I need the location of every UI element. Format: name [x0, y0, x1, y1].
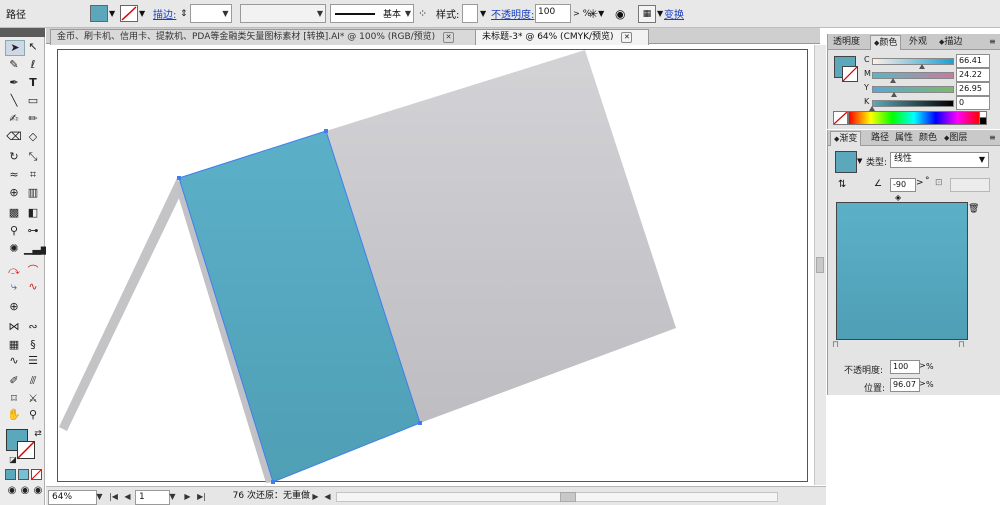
panel-menu-icon[interactable]: ≡ [986, 35, 999, 49]
chevron-right-icon[interactable]: > [916, 178, 924, 188]
tab-label: 图层 [949, 133, 968, 143]
angle-input[interactable]: -90 [890, 178, 916, 192]
tab-label: 属性 [895, 133, 914, 143]
tab-label: 外观 [909, 37, 928, 47]
vertical-scroll-thumb[interactable] [816, 257, 824, 273]
play-icon[interactable]: ▶ [310, 490, 321, 503]
tab-label: 颜色 [919, 133, 938, 143]
cyan-slider[interactable] [872, 58, 954, 65]
status-text: 76 次还原：无重做 [186, 490, 310, 503]
status-bar: 64% ▼ |◀ ◀ 1 ▼ ▶ ▶| 76 次还原：无重做 ▶ ◀ [46, 486, 826, 505]
yellow-input[interactable]: 26.95 [956, 82, 990, 96]
trash-icon[interactable]: 🗑 [968, 204, 979, 214]
prev-page-icon[interactable]: ◀ [122, 490, 133, 503]
black-slider[interactable] [872, 100, 954, 107]
stop-location-input[interactable]: 96.07 [890, 378, 920, 392]
gradient-type-value: 线性 [894, 154, 913, 164]
tab-gradient[interactable]: ◆渐变 [830, 131, 862, 146]
tab-label: 渐变 [839, 134, 858, 144]
stop-location-label: 位置: [864, 384, 886, 394]
tab-appearance[interactable]: 外观 [906, 35, 930, 49]
gradient-thumbnail[interactable] [835, 151, 857, 173]
panel-menu-icon[interactable]: ≡ [986, 131, 999, 145]
tab-color[interactable]: ◆颜色 [870, 35, 902, 50]
status-text-value: 76 次还原：无重做 [232, 491, 310, 501]
gradient-type-dropdown[interactable]: 线性 ▼ [890, 152, 989, 168]
stop-opacity-unit: % [926, 362, 934, 371]
zoom-value: 64% [52, 492, 73, 502]
black-input[interactable]: 0 [956, 96, 990, 110]
tab-transparency[interactable]: 透明度 [830, 35, 863, 49]
page-field[interactable]: 1 [135, 490, 170, 505]
color-panel-tabs: 透明度 ◆颜色 外观 ◆描边 ≡ [828, 34, 1000, 50]
page-value: 1 [139, 492, 145, 502]
color-spectrum-bar[interactable] [848, 111, 980, 125]
anchor-point[interactable] [418, 421, 422, 425]
tab-label: 透明度 [833, 37, 861, 47]
anchor-point[interactable] [271, 480, 275, 484]
yellow-slider[interactable] [872, 86, 954, 93]
anchor-point[interactable] [324, 129, 328, 133]
cyan-input[interactable]: 66.41 [956, 54, 990, 68]
chevron-down-icon: ▼ [978, 155, 985, 164]
chevron-right-icon[interactable]: > [919, 361, 926, 370]
cyan-slider-thumb[interactable] [919, 64, 925, 69]
gradient-preview[interactable] [836, 202, 968, 340]
tab-path[interactable]: 路径 [868, 131, 892, 145]
midpoint-diamond-icon[interactable]: ◈ [895, 193, 901, 202]
horizontal-scrollbar[interactable] [336, 492, 778, 502]
angle-unit: ° [925, 176, 930, 186]
tab-color-2[interactable]: 颜色 [916, 131, 940, 145]
yellow-label: Y [864, 83, 869, 92]
none-color-icon[interactable] [833, 111, 848, 125]
tab-stroke[interactable]: ◆描边 [936, 35, 965, 49]
tab-attributes[interactable]: 属性 [892, 131, 916, 145]
tab-layers[interactable]: ◆图层 [941, 131, 970, 145]
black-label: K [864, 97, 870, 106]
cyan-label: C [864, 55, 870, 64]
color-stop-left[interactable]: ⊓ [832, 340, 839, 350]
horizontal-scroll-thumb[interactable] [560, 492, 576, 502]
magenta-input[interactable]: 24.22 [956, 68, 990, 82]
yellow-slider-thumb[interactable] [891, 92, 897, 97]
gradient-panel-tabs: ◆渐变 路径 属性 颜色 ◆图层 ≡ [828, 130, 1000, 146]
stand-back-leg[interactable] [59, 178, 182, 431]
stop-opacity-label: 不透明度: [844, 366, 884, 376]
tab-label: 路径 [871, 133, 890, 143]
chevron-down-icon[interactable]: ▼ [857, 157, 862, 165]
tab-label: 描边 [944, 37, 963, 47]
magenta-label: M [864, 69, 871, 78]
type-label: 类型: [866, 158, 888, 168]
gradient-panel: ◆渐变 路径 属性 颜色 ◆图层 ≡ ▼ 类型: 线性 ▼ ⇅ ∠ -90 > … [827, 130, 1000, 395]
first-page-icon[interactable]: |◀ [108, 490, 119, 503]
color-panel: 透明度 ◆颜色 外观 ◆描边 ≡ C 66.41 M 24.22 Y 26.95… [827, 34, 1000, 129]
anchor-point[interactable] [177, 176, 181, 180]
tab-label: 颜色 [879, 38, 898, 48]
color-stroke-swatch[interactable] [842, 66, 858, 82]
scroll-left-icon[interactable]: ◀ [322, 490, 333, 503]
empty-panel-area [827, 396, 1000, 505]
reverse-gradient-icon[interactable]: ⇅ [838, 179, 846, 190]
aspect-ratio-input-disabled [950, 178, 990, 192]
angle-icon: ∠ [874, 179, 883, 189]
zoom-dropdown[interactable]: 64% [48, 490, 97, 505]
magenta-slider[interactable] [872, 72, 954, 79]
aspect-ratio-icon: ⊡ [935, 178, 943, 188]
color-stop-right[interactable]: ⊓ [958, 340, 965, 350]
stop-opacity-input[interactable]: 100 [890, 360, 920, 374]
stop-location-unit: % [926, 380, 934, 389]
chevron-down-icon[interactable]: ▼ [167, 490, 178, 503]
chevron-right-icon[interactable]: > [919, 379, 926, 388]
magenta-slider-thumb[interactable] [890, 78, 896, 83]
chevron-down-icon[interactable]: ▼ [94, 490, 105, 503]
black-swatch[interactable] [979, 117, 987, 125]
